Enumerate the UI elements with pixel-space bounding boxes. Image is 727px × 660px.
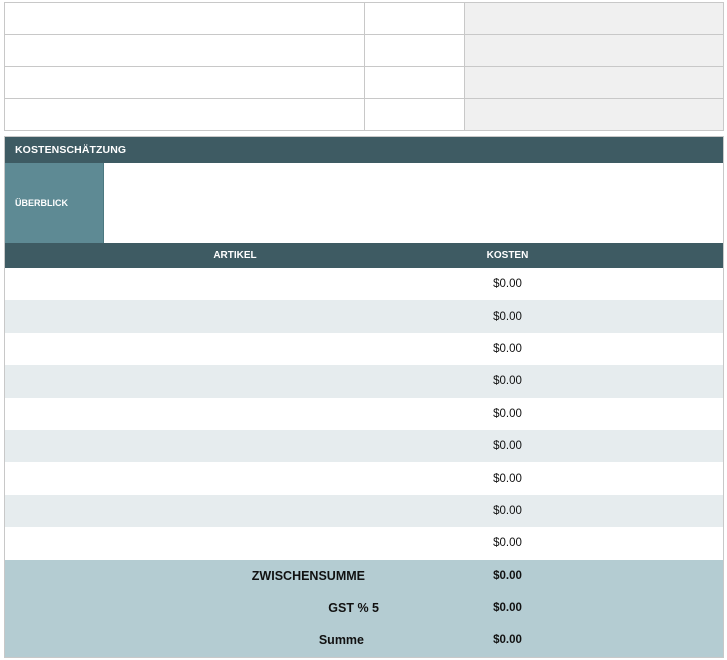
header-info-cell[interactable] <box>365 35 465 66</box>
table-row: $0.00 <box>5 462 723 494</box>
table-row: $0.00 <box>5 494 723 528</box>
header-info-row <box>5 35 723 67</box>
item-cost-cell[interactable]: $0.00 <box>415 278 600 290</box>
column-header-cost: KOSTEN <box>486 250 529 261</box>
header-info-cell[interactable] <box>365 67 465 98</box>
overview-field[interactable] <box>104 163 723 243</box>
header-info-row <box>5 67 723 99</box>
total-row: Summe $0.00 <box>5 624 723 657</box>
subtotal-value: $0.00 <box>493 569 522 582</box>
item-cost-cell[interactable]: $0.00 <box>415 375 600 387</box>
header-info-cell[interactable] <box>465 3 723 34</box>
header-info-cell[interactable] <box>465 67 723 98</box>
gst-label: GST % 5 <box>328 601 379 616</box>
header-info-cell[interactable] <box>5 3 365 34</box>
section-title: KOSTENSCHÄTZUNG <box>5 137 723 163</box>
overview-label: ÜBERBLICK <box>5 163 104 243</box>
item-cost-cell[interactable]: $0.00 <box>415 473 600 485</box>
item-cost-cell[interactable]: $0.00 <box>415 408 600 420</box>
table-row: $0.00 <box>5 268 723 300</box>
item-cost-cell[interactable]: $0.00 <box>415 440 600 452</box>
header-info-cell[interactable] <box>5 99 365 130</box>
header-info-cell[interactable] <box>465 99 723 130</box>
header-info-cell[interactable] <box>5 67 365 98</box>
item-cost-cell[interactable]: $0.00 <box>415 505 600 517</box>
table-row: $0.00 <box>5 429 723 463</box>
table-header: ARTIKEL KOSTEN <box>5 243 723 268</box>
header-info-cell[interactable] <box>365 99 465 130</box>
item-cost-cell[interactable]: $0.00 <box>415 537 600 549</box>
table-row: $0.00 <box>5 333 723 365</box>
column-header-item: ARTIKEL <box>213 250 257 261</box>
overview-row: ÜBERBLICK <box>5 163 723 243</box>
total-label: Summe <box>318 633 364 648</box>
header-info-row <box>5 3 723 35</box>
total-value: $0.00 <box>493 634 522 647</box>
item-cost-cell[interactable]: $0.00 <box>415 311 600 323</box>
header-info-row <box>5 99 723 130</box>
table-row: $0.00 <box>5 365 723 398</box>
table-row: $0.00 <box>5 300 723 333</box>
header-info-cell[interactable] <box>365 3 465 34</box>
gst-row: GST % 5 $0.00 <box>5 591 723 625</box>
header-info-cell[interactable] <box>5 35 365 66</box>
gst-value: $0.00 <box>493 602 522 615</box>
item-cost-cell[interactable]: $0.00 <box>415 343 600 355</box>
table-row: $0.00 <box>5 398 723 430</box>
subtotal-label: ZWISCHENSUMME <box>251 568 365 583</box>
subtotal-row: ZWISCHENSUMME $0.00 <box>5 559 723 592</box>
header-info-cell[interactable] <box>465 35 723 66</box>
header-info-grid <box>4 2 724 131</box>
cost-estimate-table: KOSTENSCHÄTZUNG ÜBERBLICK ARTIKEL KOSTEN… <box>4 136 724 658</box>
cost-estimate-sheet: KOSTENSCHÄTZUNG ÜBERBLICK ARTIKEL KOSTEN… <box>0 0 727 660</box>
table-row: $0.00 <box>5 527 723 559</box>
